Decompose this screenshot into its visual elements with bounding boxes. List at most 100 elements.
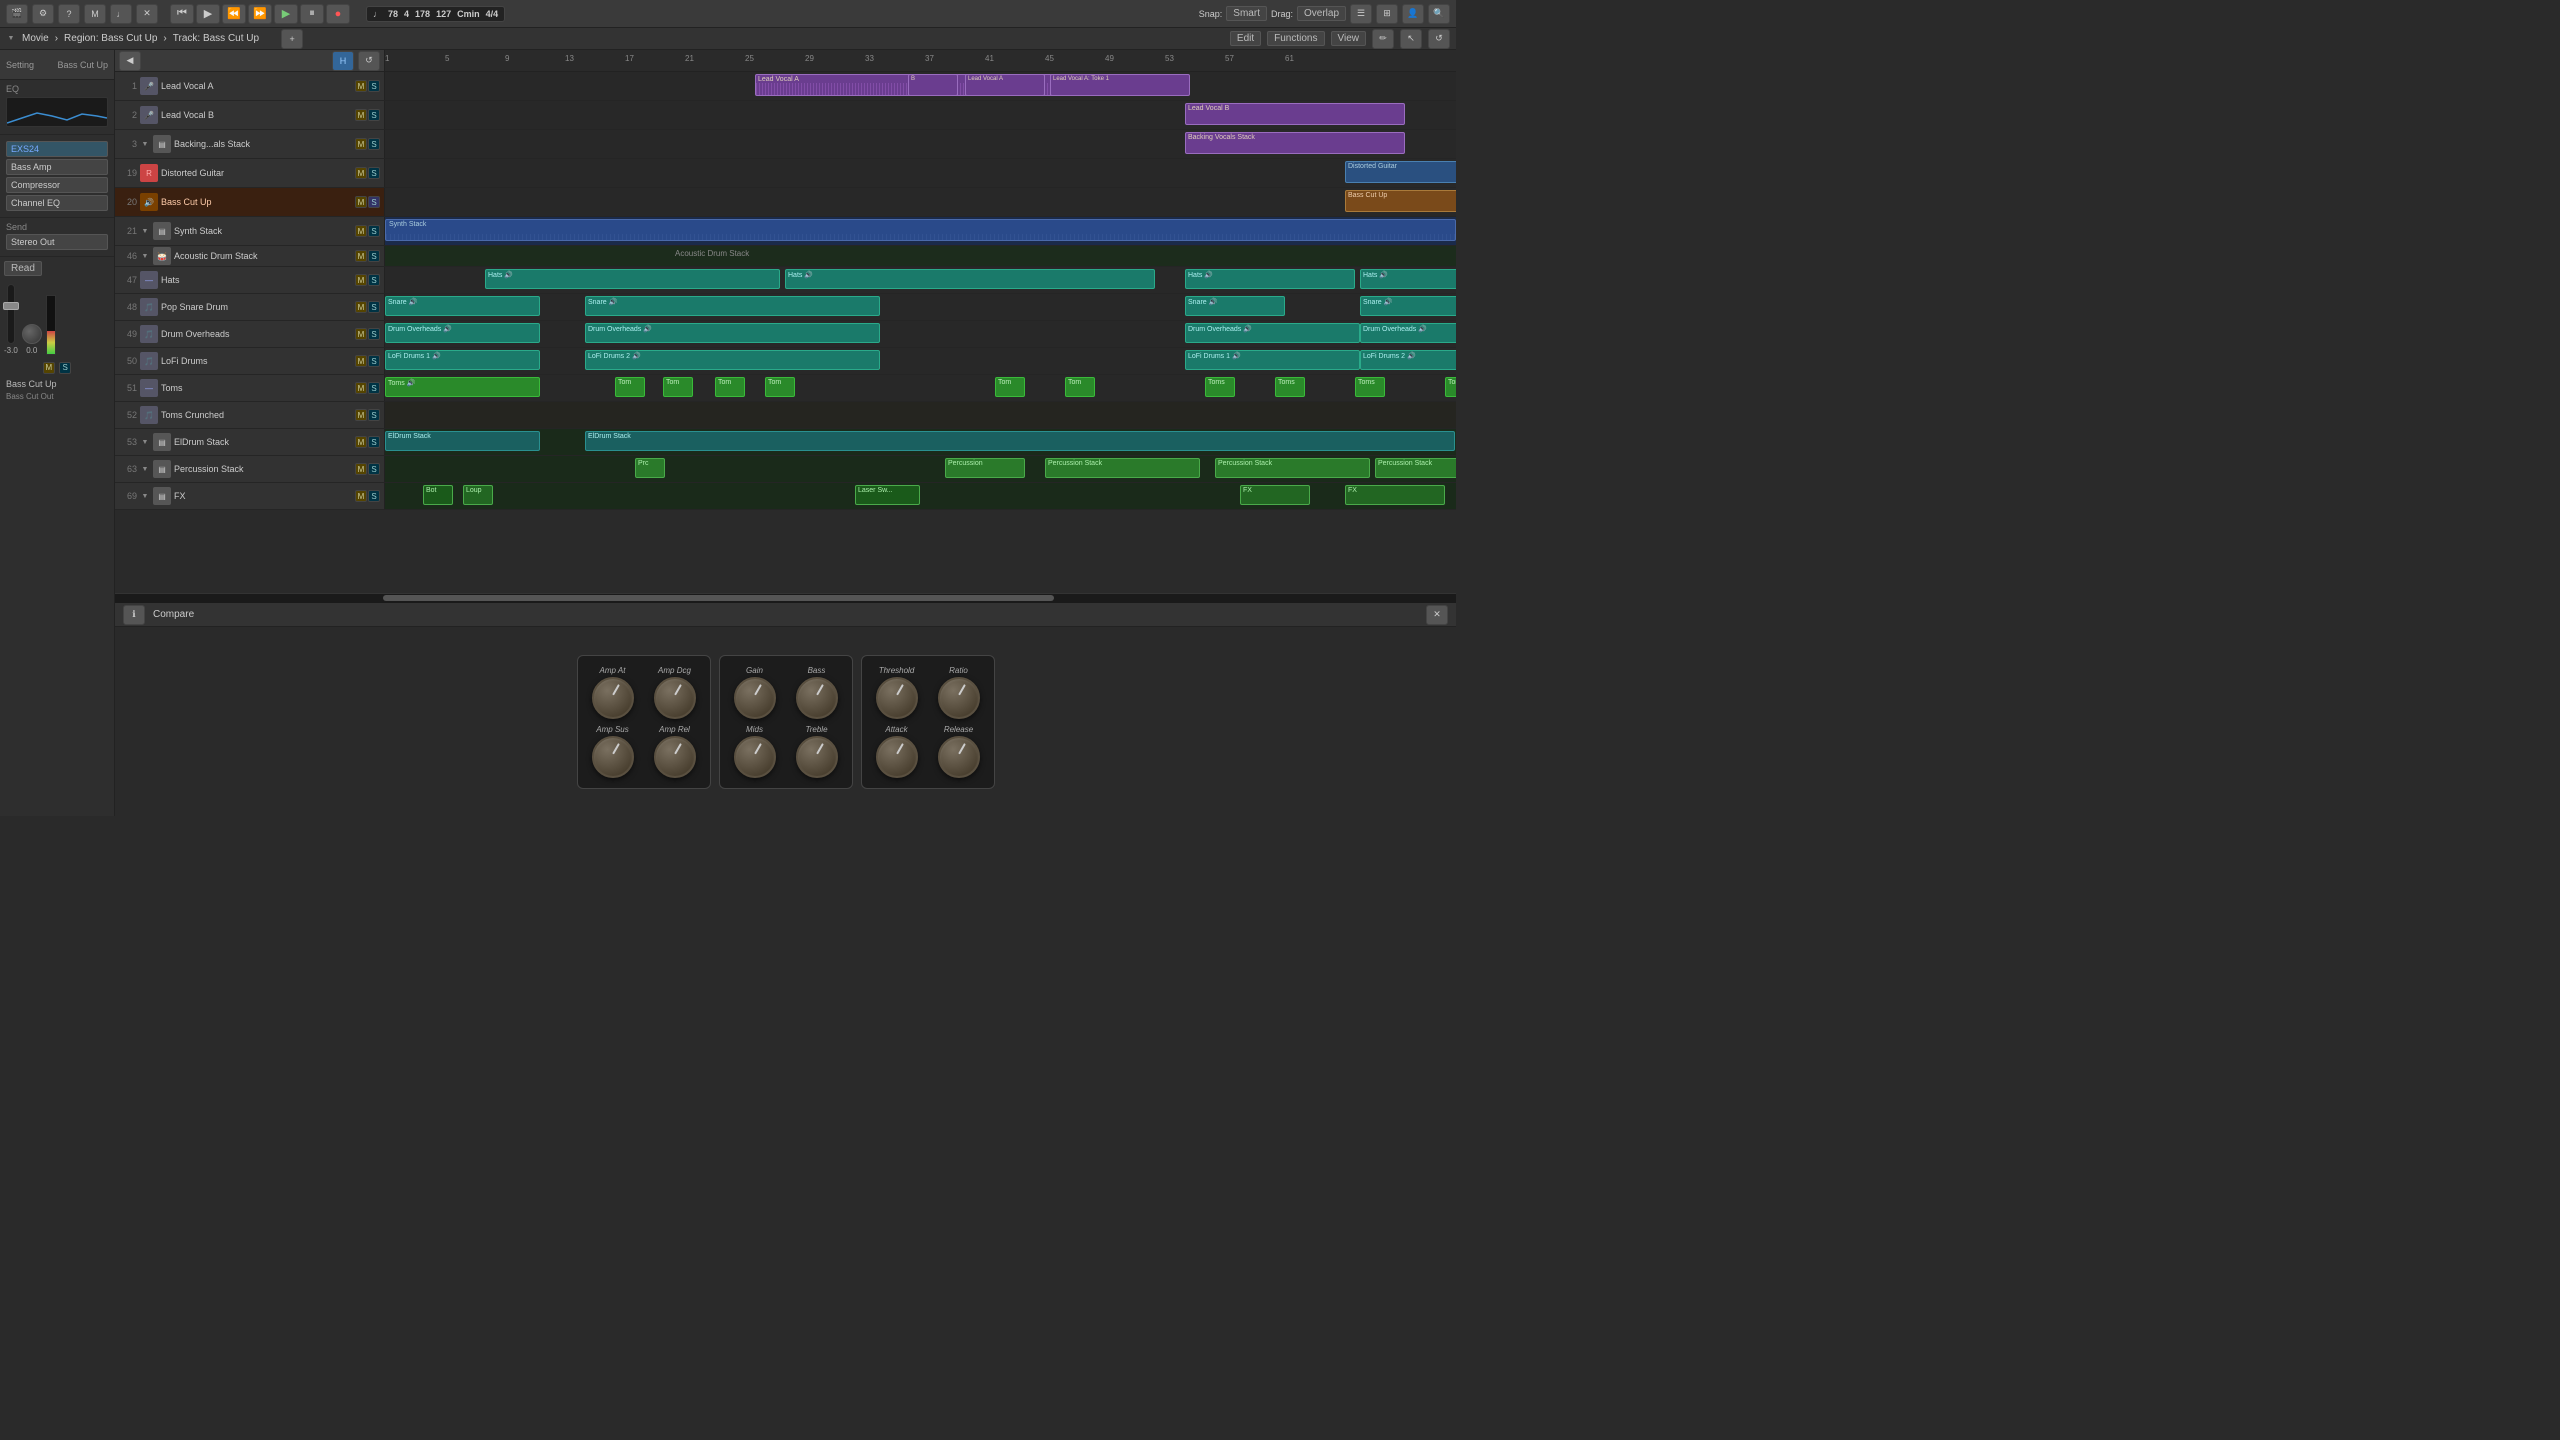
solo-47[interactable]: S [368,274,380,286]
functions-button[interactable]: Functions [1267,31,1324,46]
mute-53[interactable]: M [355,436,367,448]
midi-icon[interactable]: M [84,4,106,24]
clip-toms-6[interactable]: Tom [995,377,1025,397]
compressor-plugin[interactable]: Compressor [6,177,108,193]
rewind-button[interactable]: ⏪ [222,4,246,24]
clip-toms-8[interactable]: Toms [1205,377,1235,397]
clip-hats-4[interactable]: Hats 🔊 [1360,269,1456,289]
clip-fx-1[interactable]: Bot [423,485,453,505]
clip-toms-main[interactable]: Toms 🔊 [385,377,540,397]
user-icon[interactable]: 👤 [1402,4,1424,24]
clip-hats-2[interactable]: Hats 🔊 [785,269,1155,289]
clip-lofi-4[interactable]: LoFi Drums 2 🔊 [1360,350,1456,370]
clip-toms-7[interactable]: Tom [1065,377,1095,397]
drag-value[interactable]: Overlap [1297,6,1346,21]
h-scroll-thumb[interactable] [383,595,1054,601]
expand-3[interactable]: ▼ [140,139,150,149]
clip-snare-4[interactable]: Snare 🔊 [1360,296,1456,316]
solo-21[interactable]: S [368,225,380,237]
mute-46[interactable]: M [355,250,367,262]
expand-21[interactable]: ▼ [140,226,150,236]
solo-19[interactable]: S [368,167,380,179]
track-content-2[interactable]: Lead Vocal B [385,101,1456,129]
fast-forward-button[interactable]: ⏩ [248,4,272,24]
mute-69[interactable]: M [355,490,367,502]
clip-vocal-a-3[interactable]: Lead Vocal A [965,74,1045,96]
track-content-21[interactable]: Synth Stack [385,217,1456,245]
track-content-53[interactable]: ElDrum Stack ElDrum Stack [385,429,1456,455]
track-content-46[interactable]: Acoustic Drum Stack [385,246,1456,266]
amp-sus-knob[interactable] [592,736,634,778]
collapse-all-button[interactable]: ◀ [119,51,141,71]
h-scrollbar[interactable] [115,593,1456,601]
loop-region-btn[interactable]: H [332,51,354,71]
solo-46[interactable]: S [368,250,380,262]
clip-oh-4[interactable]: Drum Overheads 🔊 [1360,323,1456,343]
x-icon[interactable]: ✕ [136,4,158,24]
clip-toms-3[interactable]: Tom [663,377,693,397]
attack-knob[interactable] [876,736,918,778]
clip-basscut-1[interactable]: Bass Cut Up [1345,190,1456,212]
bass-knob[interactable] [796,677,838,719]
track-content-20[interactable]: Bass Cut Up [385,188,1456,216]
clip-vocal-b-1[interactable]: Lead Vocal B [1185,103,1405,125]
solo-1[interactable]: S [368,80,380,92]
clip-hats-1[interactable]: Hats 🔊 [485,269,780,289]
amp-at-knob[interactable] [592,677,634,719]
clip-perc-2[interactable]: Percussion [945,458,1025,478]
go-start-button[interactable]: ⏮ [170,4,194,24]
solo-53[interactable]: S [368,436,380,448]
mute-52[interactable]: M [355,409,367,421]
mute-2[interactable]: M [355,109,367,121]
record-button[interactable]: ● [326,4,350,24]
loop-icon[interactable]: ↺ [1428,29,1450,49]
clip-oh-3[interactable]: Drum Overheads 🔊 [1185,323,1360,343]
list-icon[interactable]: ☰ [1350,4,1372,24]
search-icon[interactable]: 🔍 [1428,4,1450,24]
track-content-52[interactable] [385,402,1456,428]
mute-50[interactable]: M [355,355,367,367]
treble-knob[interactable] [796,736,838,778]
track-content-49[interactable]: Drum Overheads 🔊 Drum Overheads 🔊 Drum O… [385,321,1456,347]
track-content-3[interactable]: Backing Vocals Stack [385,130,1456,158]
track-content-1[interactable]: Lead Vocal A B Lead Vocal A Lead Vocal A… [385,72,1456,100]
clip-perc-3[interactable]: Percussion Stack [1045,458,1200,478]
exs24-plugin[interactable]: EXS24 [6,141,108,157]
mute-3[interactable]: M [355,138,367,150]
clip-lofi-3[interactable]: LoFi Drums 1 🔊 [1185,350,1360,370]
solo-50[interactable]: S [368,355,380,367]
clip-toms-5[interactable]: Tom [765,377,795,397]
clip-toms-11[interactable]: Toms [1445,377,1456,397]
clip-eldrum-1[interactable]: ElDrum Stack [385,431,540,451]
solo-63[interactable]: S [368,463,380,475]
mute-49[interactable]: M [355,328,367,340]
pan-knob[interactable] [22,324,42,344]
solo-49[interactable]: S [368,328,380,340]
track-content-63[interactable]: Prc Percussion Percussion Stack Percussi… [385,456,1456,482]
project-expand[interactable]: ▼ [6,34,16,44]
clip-lofi-2[interactable]: LoFi Drums 2 🔊 [585,350,880,370]
mute-btn[interactable]: M [43,362,55,374]
clip-eldrum-2[interactable]: ElDrum Stack [585,431,1455,451]
settings-icon[interactable]: ⚙ [32,4,54,24]
clip-snare-1[interactable]: Snare 🔊 [385,296,540,316]
view-button[interactable]: View [1331,31,1367,46]
clip-backing-1[interactable]: Backing Vocals Stack [1185,132,1405,154]
clip-distguitar-1[interactable]: Distorted Guitar [1345,161,1456,183]
stereo-out-send[interactable]: Stereo Out [6,234,108,250]
clip-perc-1[interactable]: Prc [635,458,665,478]
clip-snare-3[interactable]: Snare 🔊 [1185,296,1285,316]
clip-hats-3[interactable]: Hats 🔊 [1185,269,1355,289]
close-plugin-btn[interactable]: ✕ [1426,605,1448,625]
help-icon[interactable]: ? [58,4,80,24]
mute-63[interactable]: M [355,463,367,475]
clip-toms-9[interactable]: Toms [1275,377,1305,397]
plugin-info-btn[interactable]: ℹ [123,605,145,625]
movie-icon[interactable]: 🎬 [6,4,28,24]
clip-synth-stack[interactable]: Synth Stack [385,219,1456,241]
eq-display[interactable] [6,97,108,127]
browser-icon[interactable]: ⊞ [1376,4,1398,24]
clip-vocal-a-4[interactable]: Lead Vocal A: Toke 1 [1050,74,1190,96]
pencil-icon[interactable]: ✏ [1372,29,1394,49]
clip-oh-1[interactable]: Drum Overheads 🔊 [385,323,540,343]
